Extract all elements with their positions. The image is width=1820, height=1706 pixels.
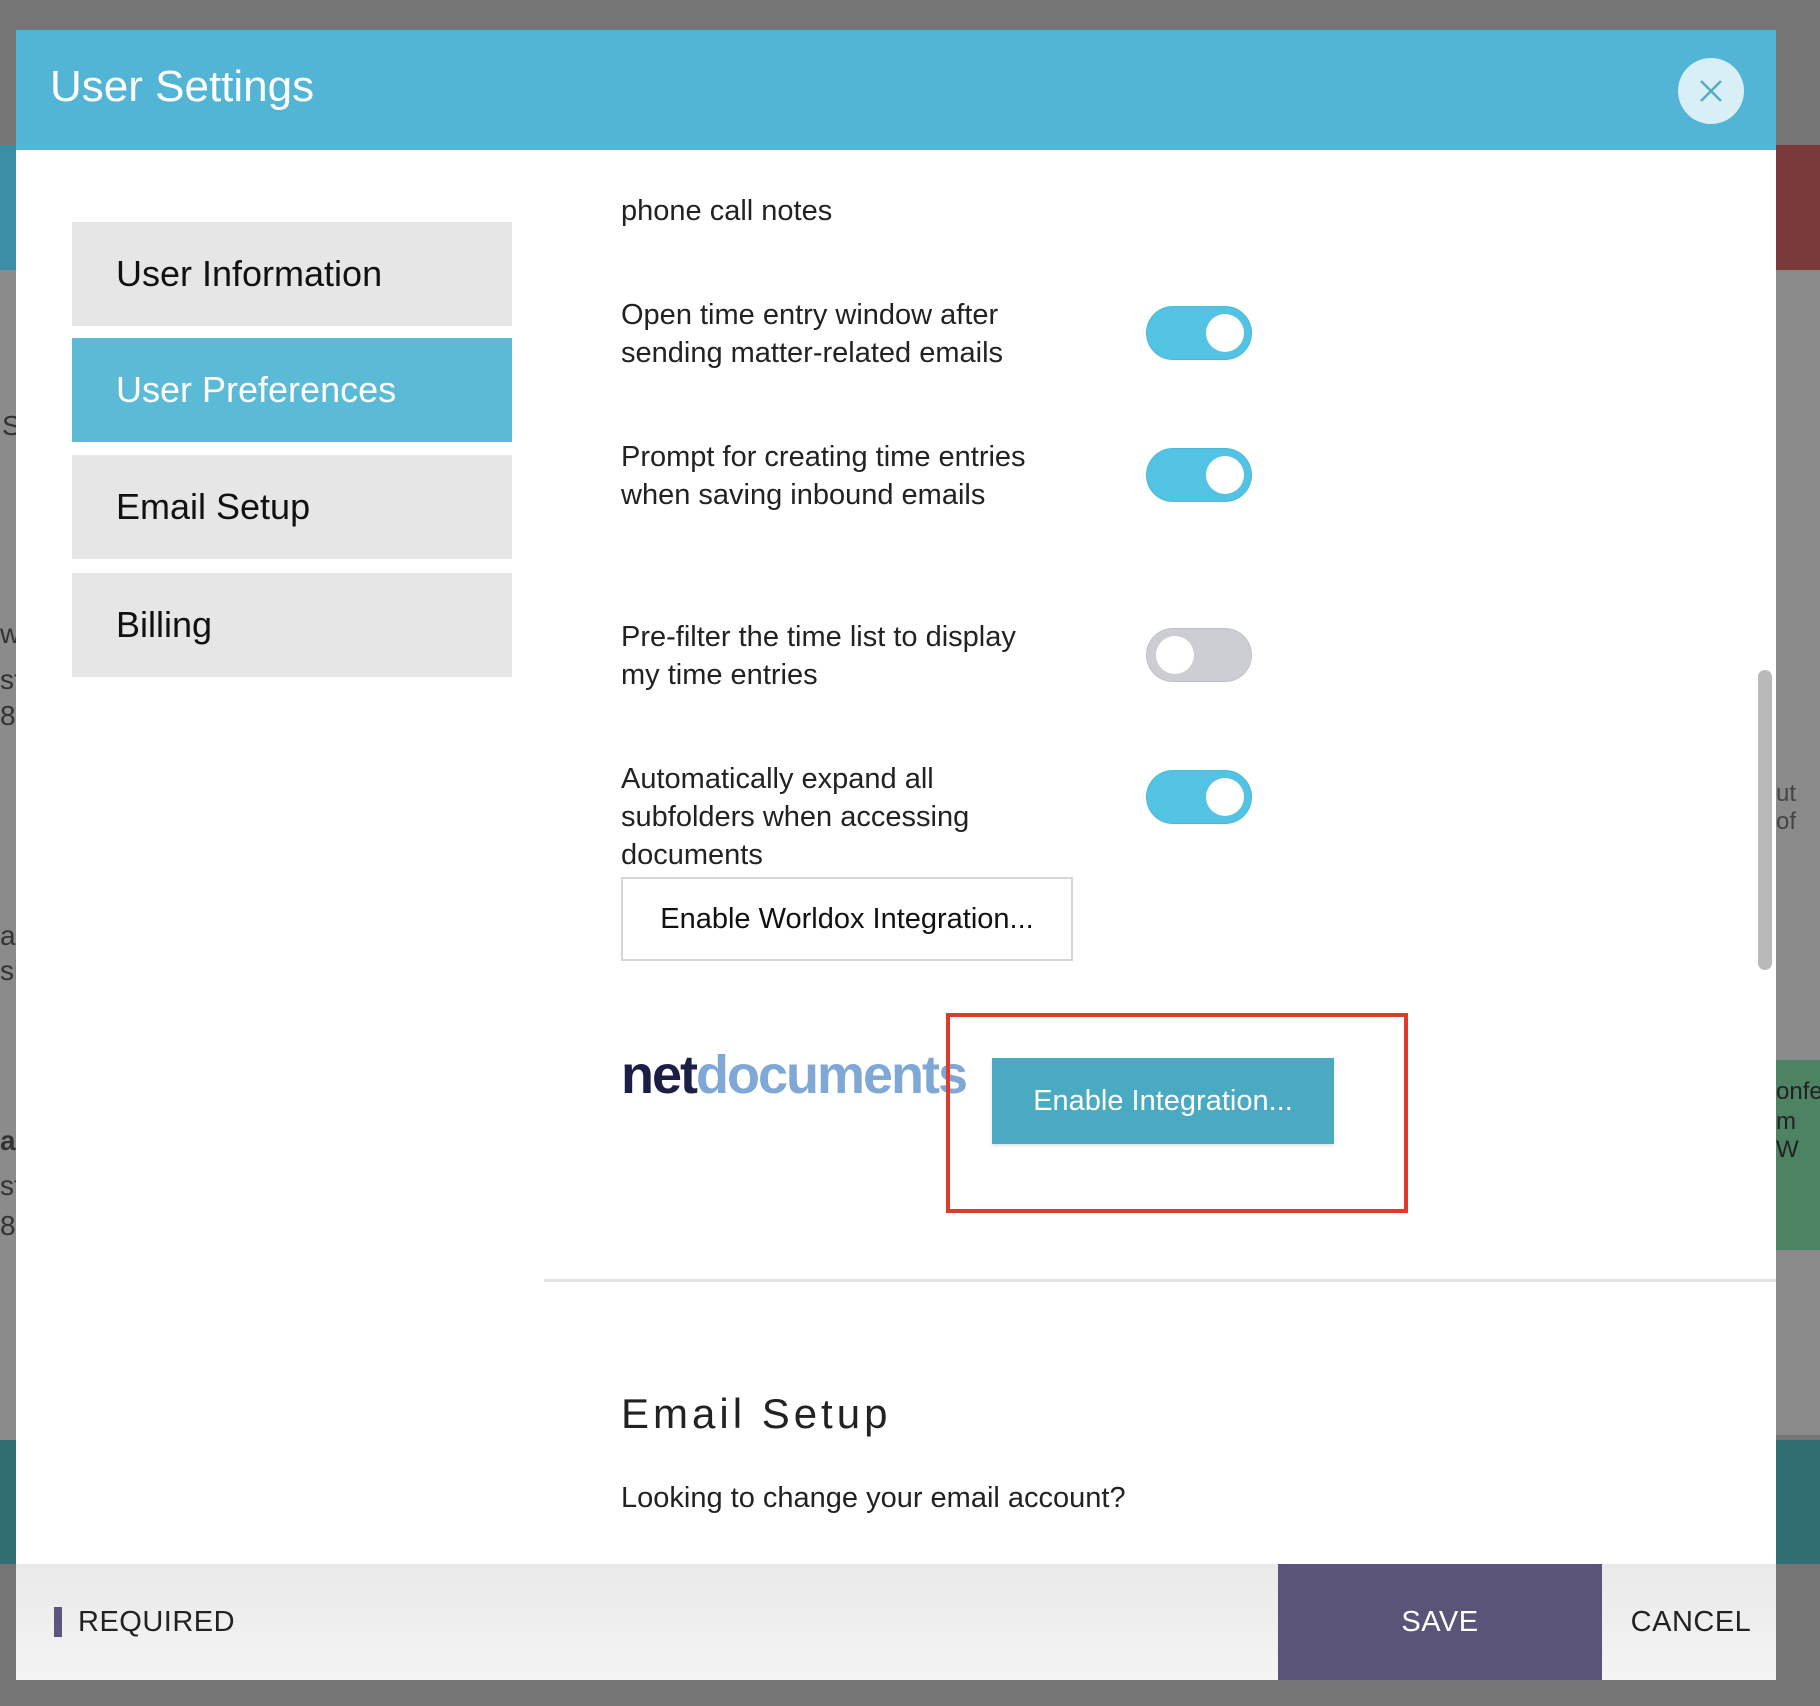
- close-button[interactable]: [1678, 58, 1744, 124]
- sidebar-item-label: Email Setup: [116, 486, 311, 527]
- modal-scrollbar[interactable]: [1758, 670, 1772, 970]
- section-divider: [544, 1279, 1776, 1282]
- netdocuments-logo: netdocuments: [621, 1045, 968, 1105]
- background-fragment: a: [0, 920, 16, 951]
- toggle-open-time-entry[interactable]: [1146, 306, 1252, 360]
- background-fragment: onfe: [1776, 1078, 1820, 1105]
- cancel-button[interactable]: CANCEL: [1631, 1564, 1751, 1680]
- toggle-prompt-time-entries[interactable]: [1146, 448, 1252, 502]
- email-change-question: Looking to change your email account?: [621, 1482, 1126, 1514]
- modal-footer: REQUIRED SAVE CANCEL: [16, 1564, 1776, 1680]
- preference-partial-label: phone call notes: [621, 195, 833, 227]
- netdocuments-logo-documents: documents: [696, 1045, 968, 1105]
- highlight-annotation-box: [946, 1013, 1408, 1213]
- sidebar-item-label: User Information: [116, 253, 383, 294]
- preference-label-open-time-entry: Open time entry window after sending mat…: [621, 299, 1004, 369]
- toggle-knob: [1156, 636, 1194, 674]
- required-indicator: [54, 1607, 62, 1637]
- background-teal-strip: [0, 145, 16, 270]
- save-button[interactable]: SAVE: [1278, 1564, 1602, 1680]
- sidebar-item-label: Billing: [116, 604, 213, 645]
- sidebar-item-user-information[interactable]: User Information: [72, 222, 512, 326]
- user-settings-modal: User Settings User Information User Pref…: [16, 30, 1776, 1680]
- background-fragment: ut of: [1776, 780, 1797, 835]
- toggle-knob: [1206, 778, 1244, 816]
- preference-label-expand-subfolders: Automatically expand all subfolders when…: [621, 763, 970, 871]
- modal-title: User Settings: [50, 62, 315, 111]
- sidebar-item-billing[interactable]: Billing: [72, 573, 512, 677]
- background-fragment: m W: [1776, 1108, 1799, 1163]
- preference-label-prefilter-time-list: Pre-filter the time list to display my t…: [621, 621, 1016, 691]
- toggle-expand-subfolders[interactable]: [1146, 770, 1252, 824]
- enable-worldox-integration-button[interactable]: Enable Worldox Integration...: [621, 877, 1073, 961]
- sidebar-item-label: User Preferences: [116, 369, 397, 410]
- background-left-panel: [0, 270, 16, 1440]
- netdocuments-logo-net: net: [621, 1045, 698, 1105]
- modal-content: User Information User Preferences Email …: [16, 150, 1776, 1592]
- toggle-prefilter-time-list[interactable]: [1146, 628, 1252, 682]
- background-fragment: 8: [0, 700, 16, 731]
- modal-header: User Settings: [16, 30, 1776, 150]
- preference-label-prompt-time-entries: Prompt for creating time entries when sa…: [621, 441, 1026, 511]
- toggle-knob: [1206, 314, 1244, 352]
- background-fragment: 8: [0, 1210, 16, 1241]
- email-setup-heading: Email Setup: [621, 1390, 892, 1437]
- toggle-knob: [1206, 456, 1244, 494]
- close-icon: [1700, 80, 1722, 102]
- sidebar-item-email-setup[interactable]: Email Setup: [72, 455, 512, 559]
- background-red-strip: [1776, 145, 1820, 270]
- sidebar-item-user-preferences[interactable]: User Preferences: [72, 338, 512, 442]
- background-right-panel: [1776, 270, 1820, 1435]
- required-label: REQUIRED: [78, 1606, 236, 1638]
